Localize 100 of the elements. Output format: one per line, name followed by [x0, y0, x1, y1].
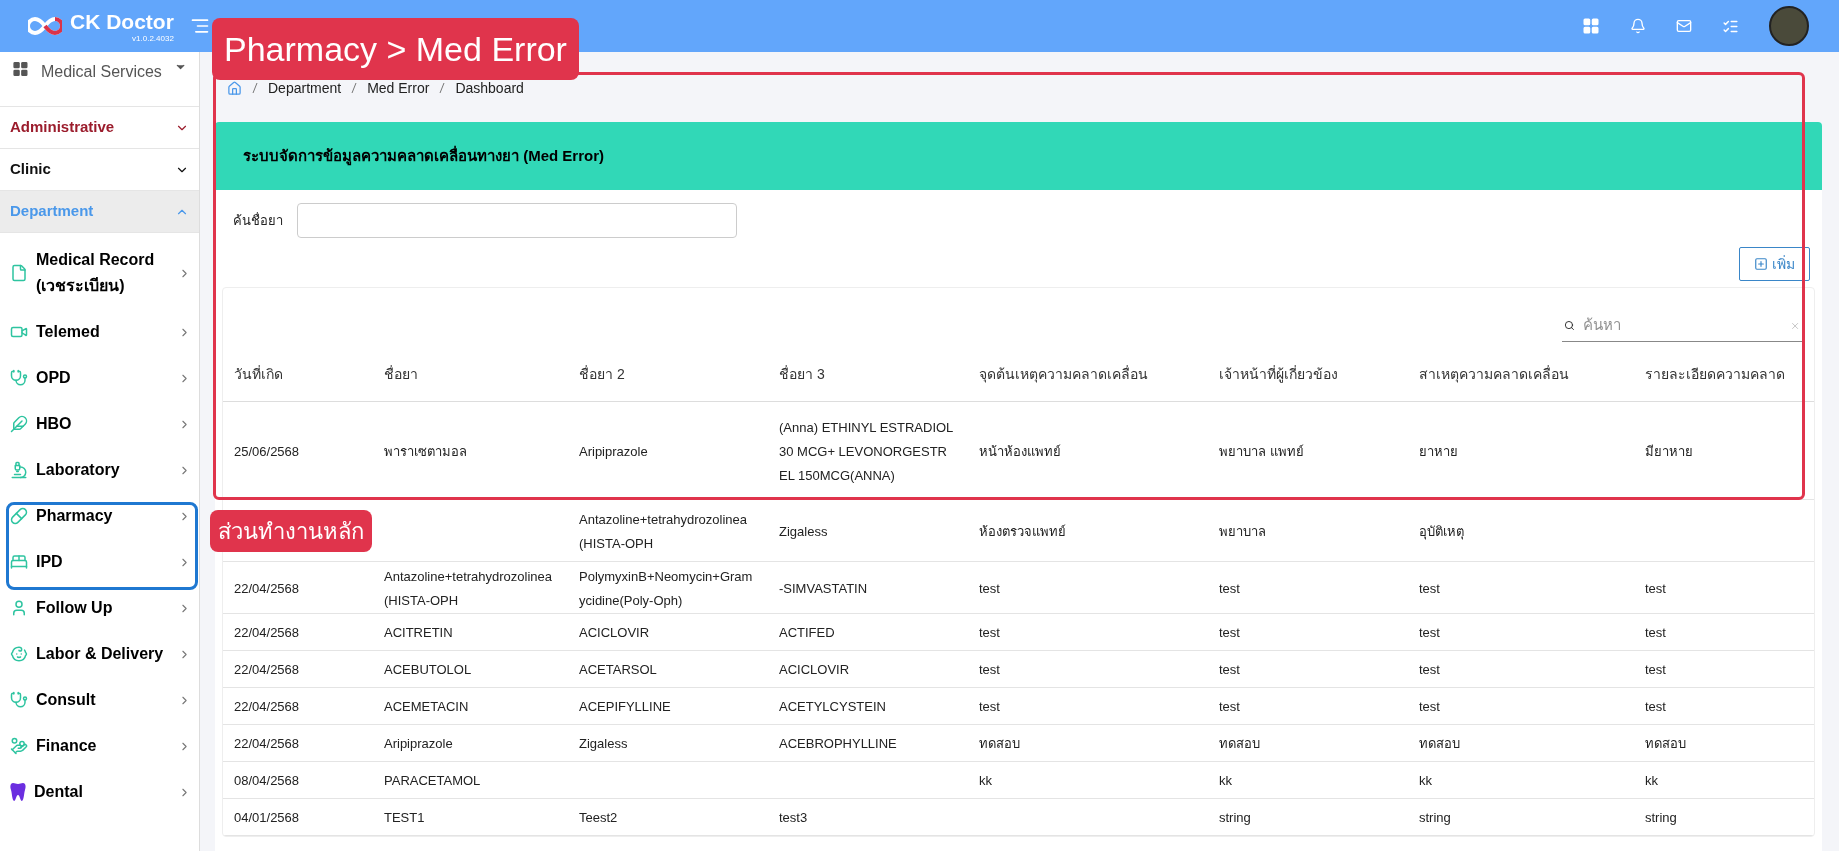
table-cell: test [1219, 580, 1240, 596]
sidebar-item[interactable]: Follow Up [0, 585, 199, 631]
filter-label: ค้นชื่อยา [233, 211, 283, 230]
table-cell: test [1219, 662, 1240, 677]
drug-name-input[interactable] [297, 203, 737, 238]
baby-icon [10, 645, 28, 663]
breadcrumb-link[interactable]: Dashboard [455, 77, 524, 99]
breadcrumb-link[interactable]: Department [268, 77, 342, 99]
sidebar-item[interactable]: Telemed [0, 309, 199, 355]
column-header[interactable]: เจ้าหน้าที่ผู้เกี่ยวข้อง [1208, 364, 1408, 385]
table-cell: Aripiprazole [384, 736, 453, 751]
table-cell: test [1645, 699, 1666, 714]
table-cell: ทดสอบ [979, 736, 1020, 751]
slash-icon [439, 82, 446, 94]
column-header[interactable]: จุดต้นเหตุความคลาดเคลื่อน [968, 364, 1208, 385]
stethoscope-icon [10, 691, 28, 709]
column-header[interactable]: ชื่อยา 2 [568, 364, 768, 385]
table-cell: Antazoline+tetrahydrozolinea (HISTA-OPH [384, 568, 553, 608]
table-cell: Teest2 [579, 810, 618, 825]
home-icon[interactable] [227, 80, 242, 96]
sidebar-item[interactable]: Laboratory [0, 447, 199, 493]
table-cell: Antazoline+tetrahydrozolinea (HISTA-OPH [579, 511, 748, 551]
table-cell: ACICLOVIR [579, 625, 650, 640]
table-cell: PARACETAMOL [384, 773, 481, 788]
table-cell: test [979, 580, 1000, 596]
table-cell: 22/04/2568 [234, 580, 300, 596]
slash-icon [252, 82, 258, 94]
table-cell: test [1419, 662, 1440, 677]
table-cell: Aripiprazole [579, 443, 648, 459]
sidebar-item[interactable]: Pharmacy [0, 493, 199, 539]
bell-icon[interactable] [1630, 18, 1646, 34]
bed-icon [10, 553, 28, 571]
sidebar-item[interactable]: HBO [0, 401, 199, 447]
table-cell: ACEPIFYLLINE [579, 699, 671, 714]
sidebar-item[interactable]: Medical Record (เวชระเบียน) [0, 237, 199, 309]
search-input[interactable]: ค้นหา [1582, 314, 1782, 337]
table-cell: test [1419, 699, 1440, 714]
table-cell: test [1219, 699, 1240, 714]
table-cell: string [1645, 810, 1677, 825]
table-cell: ACETYLCYSTEIN [779, 699, 886, 714]
table-cell: ACICLOVIR [779, 662, 850, 677]
menu-icon[interactable] [189, 16, 210, 36]
table-cell: test [1645, 625, 1666, 640]
add-button[interactable]: เพิ่ม [1739, 247, 1810, 281]
avatar-photo-placeholder[interactable] [1769, 6, 1809, 46]
table-cell: test [1419, 580, 1440, 596]
hand-coin-icon [10, 737, 28, 755]
table-cell: test [979, 699, 1000, 714]
table-cell: ACEBUTOLOL [384, 662, 472, 677]
column-header[interactable]: รายละเอียดความคลาด [1634, 364, 1804, 385]
table-cell: 25/06/2568 [234, 443, 300, 459]
brand-name: CK Doctor [70, 9, 174, 34]
column-header[interactable]: ชื่อยา 3 [768, 364, 968, 385]
table-cell: kk [1419, 773, 1432, 788]
table-cell: test [1419, 625, 1440, 640]
table-cell: พยาบาล แพทย์ [1219, 443, 1304, 459]
annotation-label: ส่วนทำงานหลัก [210, 510, 372, 552]
table-cell: ทดสอบ [1419, 736, 1460, 751]
pill-icon [10, 507, 28, 525]
sidebar-item[interactable]: IPD [0, 539, 199, 585]
breadcrumb-link[interactable]: Med Error [367, 77, 430, 99]
apps-grid-icon[interactable] [1582, 17, 1600, 35]
table-cell: ทดสอบ [1645, 736, 1686, 751]
table-cell: test3 [779, 810, 808, 825]
table-cell: string [1219, 810, 1251, 825]
sidebar-item[interactable]: Labor & Delivery [0, 631, 199, 677]
mail-icon[interactable] [1676, 18, 1692, 34]
grid-icon [12, 60, 29, 78]
table-cell: 08/04/2568 [234, 773, 300, 788]
table-cell: Zigaless [579, 736, 628, 751]
table-cell: 22/04/2568 [234, 736, 300, 751]
table-cell: 22/04/2568 [234, 662, 300, 677]
table-cell: มียาหาย [1645, 443, 1693, 459]
table-cell: kk [1219, 773, 1232, 788]
file-icon [10, 264, 28, 282]
table-cell: kk [979, 773, 992, 788]
table-cell: TEST1 [384, 810, 425, 825]
table-search-field[interactable]: ค้นหา [1562, 310, 1802, 342]
column-header[interactable]: สาเหตุความคลาดเคลื่อน [1408, 364, 1634, 385]
table-cell: string [1419, 810, 1451, 825]
table-cell: -SIMVASTATIN [779, 580, 868, 596]
sidebar-item[interactable]: OPD [0, 355, 199, 401]
table-cell: ยาหาย [1419, 443, 1458, 459]
sidebar-item[interactable]: Finance [0, 723, 199, 769]
person-icon [10, 599, 28, 617]
table-cell: ห้องตรวจแพทย์ [979, 523, 1066, 539]
microscope-icon [10, 461, 28, 479]
tooth-icon [10, 782, 26, 802]
table-cell: test [1219, 625, 1240, 640]
table-cell: 22/04/2568 [234, 625, 300, 640]
sidebar-item[interactable]: Dental [0, 769, 199, 815]
table-cell: พยาบาล [1219, 523, 1266, 539]
table-cell: อุบัติเหตุ [1419, 523, 1464, 539]
column-header[interactable]: ชื่อยา [373, 364, 568, 385]
table-cell: test [1645, 580, 1666, 596]
table-cell: พาราเซตามอล [384, 443, 467, 459]
sidebar-item[interactable]: Consult [0, 677, 199, 723]
annotation-label: Pharmacy > Med Error [212, 18, 579, 80]
column-header[interactable]: วันที่เกิด [223, 364, 373, 385]
table-cell: test [979, 625, 1000, 640]
